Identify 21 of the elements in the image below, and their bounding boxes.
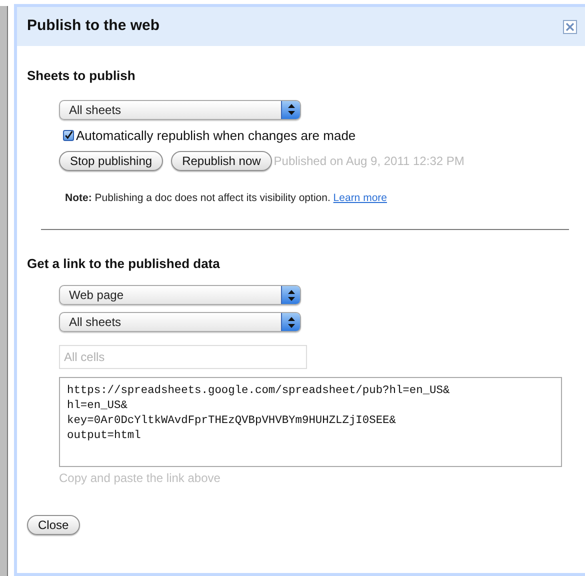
section-heading: Get a link to the published data — [27, 254, 221, 273]
section-heading: Sheets to publish — [27, 67, 136, 85]
link-field[interactable]: https://spreadsheets.google.com/spreadsheet/pub?hl=en_US& hl=en_US& key=0Ar0DcYltkWAvdFprTHEzQVBpVHVBYm9HUHZLZjI0SEE& output=html — [59, 377, 562, 468]
format-select[interactable]: Web page — [59, 285, 301, 306]
close-icon[interactable] — [563, 20, 577, 34]
range-field[interactable]: All cells — [59, 345, 307, 370]
checkbox-label: Automatically republish when changes are made — [76, 126, 356, 145]
stepper-icon — [281, 313, 300, 332]
sheet-select[interactable]: All sheets — [59, 100, 301, 120]
sheet-select[interactable]: All sheets — [59, 312, 301, 332]
close-button[interactable]: Close — [27, 515, 80, 536]
link-hint: Copy and paste the link above — [59, 470, 222, 488]
stepper-icon — [281, 286, 300, 304]
publish-status: Published on Aug 9, 2011 12:32 PM — [274, 153, 464, 170]
stop-publishing-button[interactable]: Stop publishing — [59, 151, 164, 171]
republish-button[interactable]: Republish now — [171, 151, 272, 171]
checkbox[interactable] — [63, 130, 74, 141]
learn-more-link[interactable]: Learn more — [333, 192, 387, 204]
note-text: Note: Publishing a doc does not affect its visibility option. — [65, 192, 330, 204]
window-title: Publish to the web — [27, 16, 160, 36]
stepper-icon — [281, 100, 300, 118]
